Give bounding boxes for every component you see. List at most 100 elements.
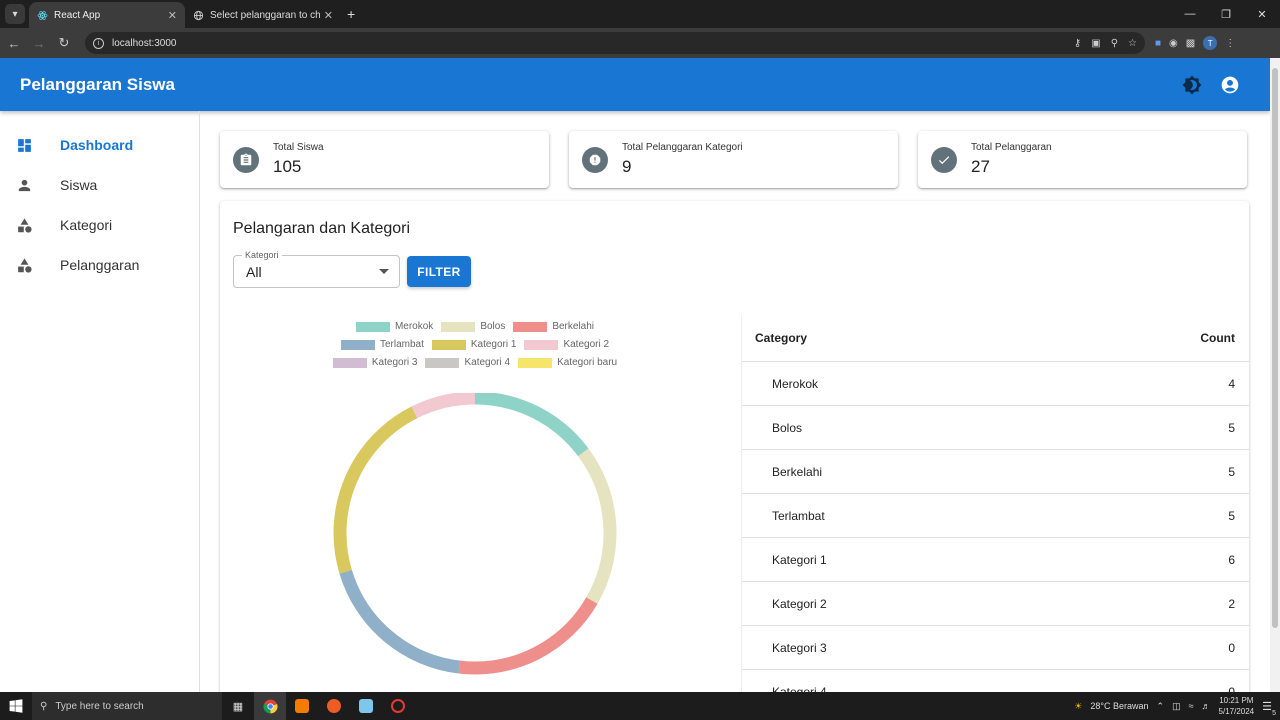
taskbar-search[interactable]: ⚲ Type here to search [32,692,222,720]
table-row: Berkelahi 5 [742,450,1249,494]
restore-icon[interactable]: ❐ [1208,0,1244,28]
back-icon[interactable]: ← [3,32,25,54]
weather-text[interactable]: 28°C Berawan [1090,701,1148,711]
close-window-icon[interactable]: ✕ [1244,0,1280,28]
account-circle-icon[interactable] [1220,75,1240,95]
task-view-icon[interactable]: ▦ [222,692,254,720]
tab-title: Select pelanggaran to change | [210,9,320,21]
chrome-icon[interactable] [254,692,286,720]
network-icon[interactable]: ◫ [1172,701,1181,712]
legend-label: Kategori 3 [371,357,418,368]
legend-label: Berkelahi [552,321,595,332]
volume-icon[interactable]: ♬ [1202,701,1211,711]
donut-slice-merokok[interactable] [474,393,589,457]
stat-card-total-kategori: Total Pelanggaran Kategori 9 [569,131,898,188]
kategori-select[interactable]: Kategori All [233,250,400,288]
system-tray: ☀ 28°C Berawan ⌃ ◫ ≈ ♬ 10:21 PM 5/17/202… [1074,695,1280,717]
dashboard-icon [15,136,33,154]
zoom-icon[interactable]: ⚲ [1111,38,1118,49]
sidebar-item-dashboard[interactable]: Dashboard [0,125,199,165]
panel-title: Pelangaran dan Kategori [233,220,411,237]
site-info-icon[interactable]: i [93,37,104,49]
close-icon[interactable]: ✕ [168,9,177,22]
bookmark-star-icon[interactable]: ☆ [1128,38,1137,49]
tab-search-button[interactable]: ▾ [5,4,25,24]
donut-slice-terlambat[interactable] [339,569,461,674]
clock[interactable]: 10:21 PM 5/17/2024 [1219,695,1255,717]
recorder-icon[interactable] [382,692,414,720]
legend-row: Kategori 3 Kategori 4 Kategori baru [300,357,650,368]
cell-count: 5 [1228,420,1235,435]
header-category: Category [755,331,808,345]
close-icon[interactable]: ✕ [324,9,333,22]
tray-chevron-icon[interactable]: ⌃ [1157,701,1165,712]
new-tab-button[interactable]: + [347,6,355,22]
notepad-icon[interactable] [350,692,382,720]
tab-select-pelanggaran[interactable]: Select pelanggaran to change | ✕ [185,2,341,28]
legend-item[interactable]: Terlambat [340,339,424,350]
notification-icon[interactable]: ☰ 5 [1262,700,1276,717]
donut-slice-kategori-2[interactable] [411,393,476,419]
menu-dots-icon[interactable]: ⋮ [1225,38,1235,49]
theme-toggle-icon[interactable] [1182,75,1202,95]
page-scrollbar[interactable] [1270,58,1280,692]
table-row: Bolos 5 [742,406,1249,450]
forward-icon[interactable]: → [28,32,50,54]
notification-count: 5 [1272,709,1276,717]
search-placeholder: Type here to search [55,700,144,712]
legend-row: Merokok Bolos Berkelahi [300,321,650,332]
legend-label: Terlambat [379,339,424,350]
filter-button[interactable]: FILTER [407,256,471,287]
postman-icon[interactable] [318,692,350,720]
legend-item[interactable]: Kategori 2 [524,339,609,350]
person-icon [15,176,33,194]
table-header: Category Count [742,315,1249,362]
extension-camera-icon[interactable]: ◉ [1169,38,1178,49]
stat-label: Total Pelanggaran [971,142,1052,153]
stat-label: Total Pelanggaran Kategori [622,142,743,153]
table-body: Merokok 4 Bolos 5 Berkelahi 5 Terlambat 5 Katego… [742,362,1249,692]
profile-avatar[interactable]: T [1203,36,1218,50]
cell-category: Merokok [772,376,819,391]
main-content: Total Siswa 105 Total Pelanggaran Katego… [220,131,1250,692]
browser-tab-bar: ▾ React App ✕ Select pelanggaran to chan… [0,0,1280,28]
legend-item[interactable]: Kategori 3 [332,357,418,368]
dropdown-arrow-icon [379,269,389,274]
donut-slice-kategori-1[interactable] [333,406,418,574]
reload-icon[interactable]: ↻ [53,32,75,54]
extensions-puzzle-icon[interactable]: ▩ [1186,38,1195,49]
sidebar-item-siswa[interactable]: Siswa [0,165,199,205]
install-icon[interactable]: ▣ [1091,38,1100,49]
minimize-icon[interactable]: — [1172,0,1208,28]
legend-item[interactable]: Kategori baru [518,357,617,368]
legend-item[interactable]: Kategori 1 [431,339,516,350]
url-text: localhost:3000 [112,37,177,49]
cell-count: 0 [1228,640,1235,655]
address-bar[interactable]: i localhost:3000 ⚷ ▣ ⚲ ☆ [85,32,1145,54]
donut-chart-svg [333,393,617,675]
tab-react-app[interactable]: React App ✕ [29,2,185,28]
donut-slice-berkelahi[interactable] [458,597,598,675]
category-table: Category Count Merokok 4 Bolos 5 Berkelahi 5 T… [741,315,1249,692]
legend-item[interactable]: Berkelahi [513,321,594,332]
pie-chart: Merokok Bolos Berkelahi Terlambat Kategori 1… [300,321,650,692]
legend-item[interactable]: Bolos [441,321,505,332]
key-icon[interactable]: ⚷ [1074,38,1081,49]
donut-slice-bolos[interactable] [578,448,617,604]
legend-item[interactable]: Kategori 4 [425,357,510,368]
wifi-icon[interactable]: ≈ [1189,701,1194,711]
sidebar-item-pelanggaran[interactable]: Pelanggaran [0,245,199,285]
stat-value: 105 [273,157,302,176]
xampp-icon[interactable] [286,692,318,720]
extension-translate-icon[interactable]: ■ [1155,38,1161,49]
legend-swatch [355,321,390,332]
legend-label: Merokok [394,321,434,332]
sidebar-item-kategori[interactable]: Kategori [0,205,199,245]
legend-item[interactable]: Merokok [355,321,434,332]
windows-start-icon[interactable] [0,692,32,720]
globe-icon [193,10,204,21]
sidebar-item-label: Pelanggaran [60,257,140,273]
legend-swatch [524,339,559,350]
scrollbar-thumb[interactable] [1272,68,1278,628]
category-icon [15,216,33,234]
